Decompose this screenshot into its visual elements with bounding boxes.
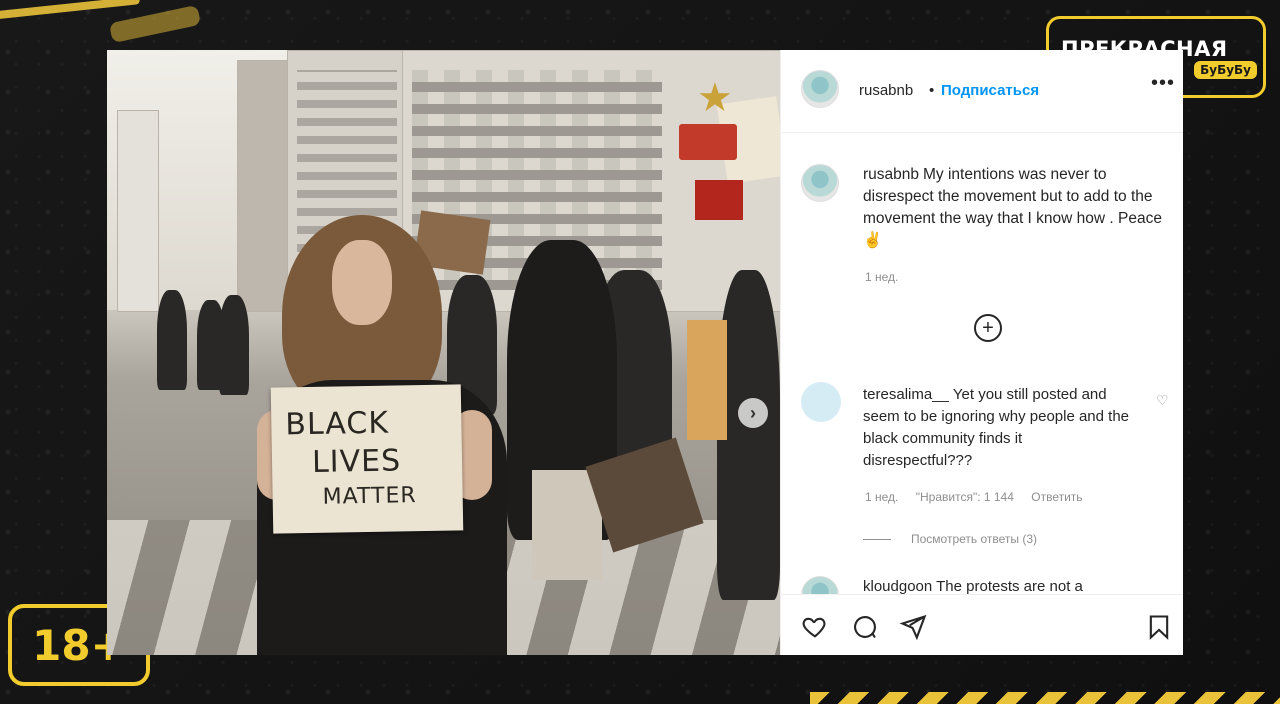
share-icon[interactable] [899,613,927,641]
author-username[interactable]: rusabnb [859,82,913,99]
reply-button[interactable]: Ответить [1031,490,1082,504]
caption-timestamp: 1 нед. [865,270,899,284]
author-avatar[interactable] [801,70,839,108]
star-icon: ★ [697,76,733,120]
partial-comment: kloudgoon The protests are not a [863,578,1083,595]
divider [863,539,891,541]
next-image-button[interactable]: › [738,398,768,428]
follow-button[interactable]: Подписаться [941,82,1039,99]
comment: teresalima__ Yet you still posted and see… [863,384,1133,472]
post-action-bar [781,594,1183,655]
comment-username[interactable]: teresalima__ [863,386,949,403]
brand-subtitle: БуБуБу [1194,61,1257,79]
heart-icon[interactable] [801,613,829,641]
hazard-stripes [810,692,1280,704]
comment-username[interactable]: kloudgoon [863,578,932,595]
plus-circle-icon: + [982,317,994,339]
more-options-icon[interactable]: ••• [1151,72,1175,95]
post-header: rusabnb • Подписаться ••• [781,50,1183,133]
sign-line: LIVES [311,443,402,480]
comment-likes[interactable]: "Нравится": 1 144 [916,490,1014,504]
bookmark-icon[interactable] [1145,613,1173,641]
comment-icon[interactable] [851,613,879,641]
post-photo: ★ BLACK LIVES MATTER › [107,50,780,655]
separator-dot: • [929,82,935,99]
sign-line: BLACK [285,405,390,443]
sign-line: MATTER [322,483,417,510]
load-more-comments-button[interactable]: + [974,314,1002,342]
commenter-avatar[interactable] [801,382,841,422]
chevron-right-icon: › [750,402,756,423]
instagram-post-card: ★ BLACK LIVES MATTER › rusabnb • Подписа… [107,50,1183,655]
protest-sign: BLACK LIVES MATTER [270,384,464,534]
caption-username[interactable]: rusabnb [863,166,919,183]
caption-avatar[interactable] [801,164,839,202]
comment-text: The protests are not a [936,578,1083,595]
view-replies-button[interactable]: Посмотреть ответы (3) [863,532,1037,546]
comment-like-heart-icon[interactable]: ♡ [1156,392,1169,409]
comment-meta: 1 нед. "Нравится": 1 144 Ответить [865,490,1097,504]
post-caption: rusabnb My intentions was never to disres… [863,164,1173,252]
comment-timestamp: 1 нед. [865,490,899,504]
post-side-panel: rusabnb • Подписаться ••• rusabnb My inte… [780,50,1183,655]
